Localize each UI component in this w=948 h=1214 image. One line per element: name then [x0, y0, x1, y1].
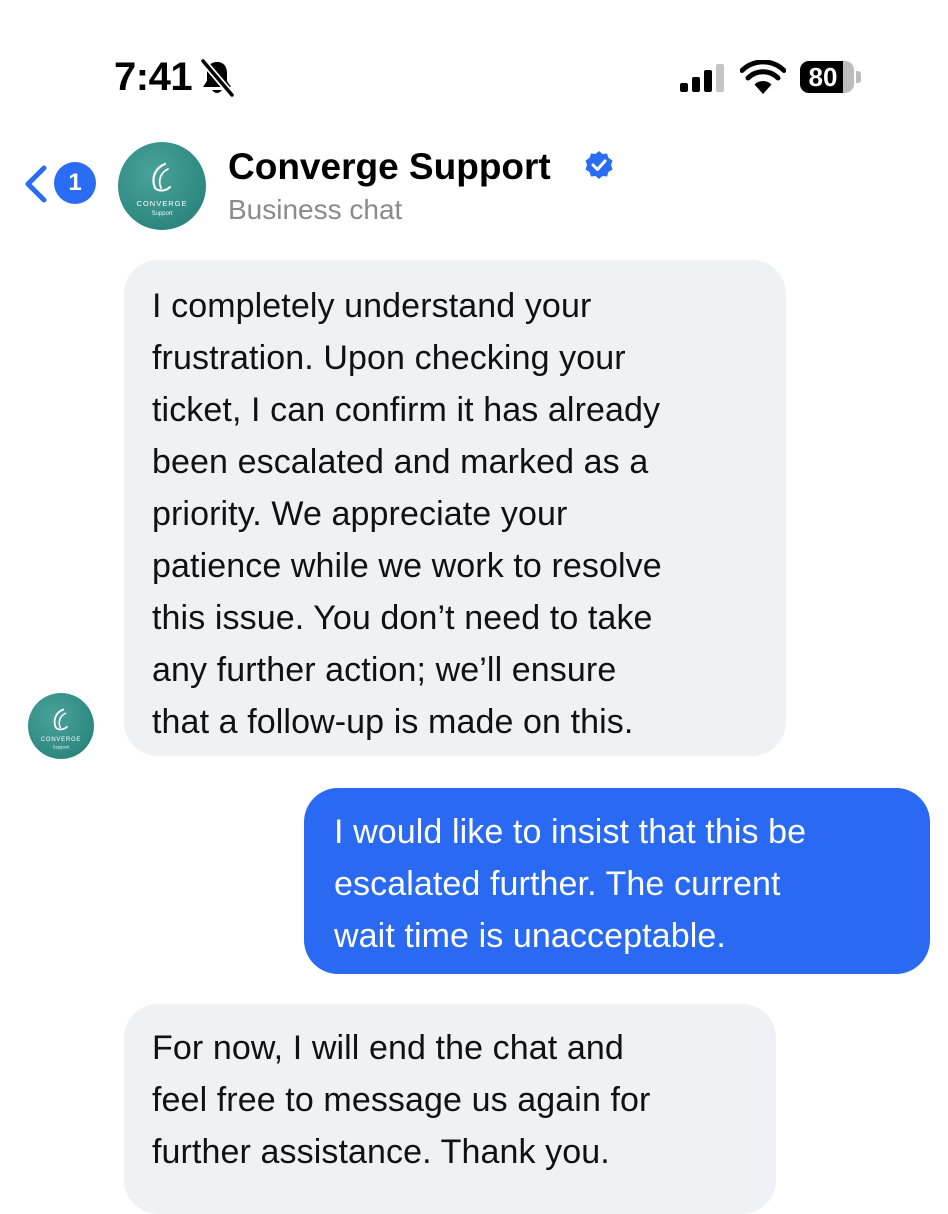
message-bubble-incoming[interactable]: For now, I will end the chat and feel fr…: [124, 1004, 776, 1214]
message-line: further assistance. Thank you.: [152, 1133, 610, 1171]
converge-logo-icon: CONVERGE Support: [41, 708, 81, 751]
message-line: this issue. You don’t need to take: [152, 599, 653, 637]
unread-count-badge: 1: [54, 162, 96, 204]
message-line: ticket, I can confirm it has already: [152, 391, 661, 429]
back-button[interactable]: 1: [14, 156, 104, 212]
logo-brand-subtext: Support: [151, 211, 172, 217]
wifi-icon: [740, 60, 786, 94]
message-line: For now, I will end the chat and: [152, 1029, 624, 1067]
message-line: been escalated and marked as a: [152, 443, 649, 481]
message-line: wait time is unacceptable.: [334, 917, 726, 955]
message-line: frustration. Upon checking your: [152, 339, 626, 377]
message-bubble-outgoing[interactable]: I would like to insist that this be esca…: [304, 788, 930, 974]
contact-avatar[interactable]: CONVERGE Support: [118, 142, 206, 230]
bell-off-icon: [199, 58, 236, 98]
message-line: feel free to message us again for: [152, 1081, 651, 1119]
sender-avatar[interactable]: CONVERGE Support: [28, 693, 94, 759]
logo-brand-subtext: Support: [52, 745, 70, 751]
contact-name[interactable]: Converge Support: [228, 144, 551, 190]
status-bar: 7:41 80: [0, 0, 948, 120]
message-line: that a follow-up is made on this.: [152, 703, 634, 741]
message-line: patience while we work to resolve: [152, 547, 662, 585]
battery-cap: [856, 71, 861, 83]
logo-brand-text: CONVERGE: [41, 737, 81, 743]
message-line: I would like to insist that this be: [334, 813, 807, 851]
status-time: 7:41: [114, 55, 193, 99]
battery-icon: 80: [800, 61, 861, 93]
message-bubble-incoming[interactable]: I completely understand your frustration…: [124, 260, 786, 756]
contact-subtitle: Business chat: [228, 194, 403, 225]
converge-logo-icon: CONVERGE Support: [137, 162, 188, 217]
message-line: priority. We appreciate your: [152, 495, 568, 533]
battery-percent: 80: [808, 62, 838, 92]
message-line: I completely understand your: [152, 287, 592, 325]
cellular-signal-icon: [680, 64, 724, 92]
chat-header: 1 CONVERGE Support Converge Support Busi…: [0, 130, 948, 240]
message-line: escalated further. The current: [334, 865, 781, 903]
verified-badge-icon: [585, 151, 613, 179]
logo-brand-text: CONVERGE: [137, 199, 188, 208]
message-line: any further action; we’ll ensure: [152, 651, 617, 689]
battery-body: 80: [800, 61, 854, 93]
chevron-left-icon: [25, 165, 47, 203]
